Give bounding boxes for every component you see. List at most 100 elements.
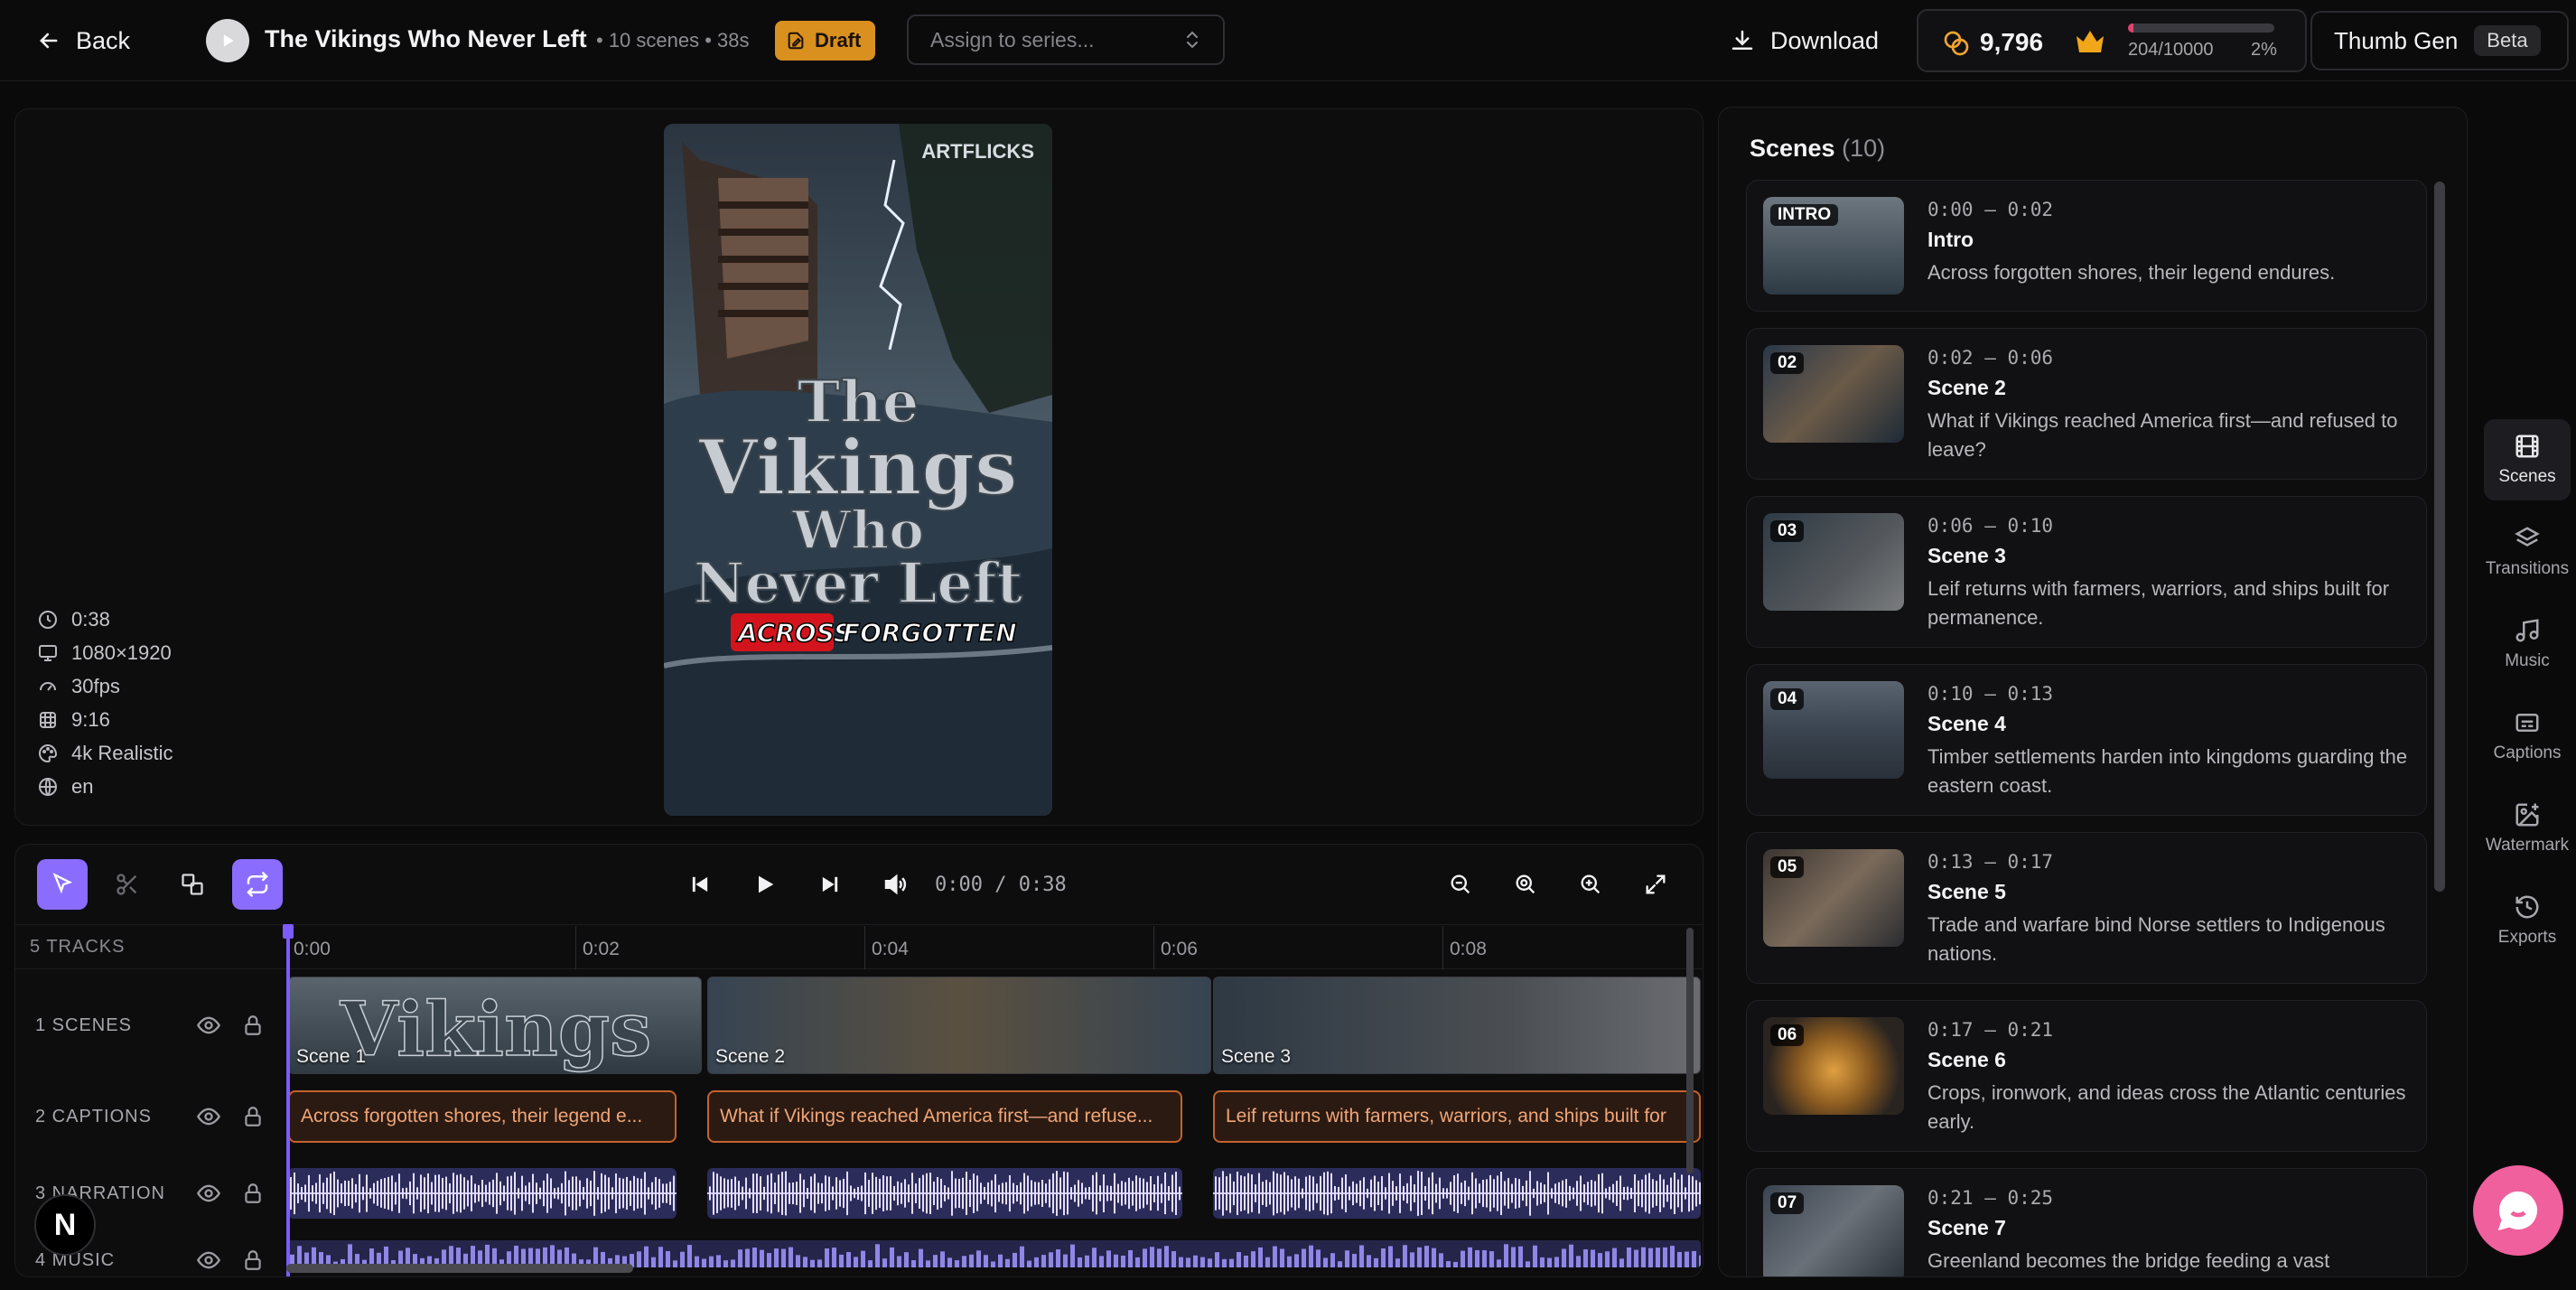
caption-clip[interactable]: What if Vikings reached America first—an…: [707, 1090, 1182, 1143]
draft-badge[interactable]: Draft: [775, 21, 876, 61]
lock-icon[interactable]: [241, 1248, 265, 1272]
music-bar: [1135, 1257, 1140, 1267]
scene-card[interactable]: 02 0:02 – 0:06 Scene 2 What if Vikings r…: [1746, 328, 2427, 480]
zoom-in-button[interactable]: [1573, 866, 1609, 902]
waveform-bar: [731, 1179, 733, 1208]
music-bar: [1446, 1261, 1451, 1267]
waveform-bar: [756, 1173, 758, 1213]
skip-forward-button[interactable]: [812, 866, 848, 902]
waveform-bar: [1143, 1178, 1144, 1209]
eye-icon[interactable]: [196, 1013, 221, 1038]
music-bar: [810, 1259, 815, 1267]
music-bar: [731, 1259, 735, 1267]
narration-clip[interactable]: [1213, 1168, 1701, 1219]
waveform-bar: [546, 1173, 548, 1213]
rail-captions[interactable]: Captions: [2484, 696, 2571, 777]
lock-icon[interactable]: [241, 1014, 265, 1037]
zoom-fit-button[interactable]: [1507, 866, 1544, 902]
skip-back-button[interactable]: [682, 866, 718, 902]
scene-clip[interactable]: Scene 2: [707, 977, 1211, 1074]
caption-clip[interactable]: Across forgotten shores, their legend e.…: [288, 1090, 677, 1143]
waveform-bar: [416, 1187, 418, 1200]
waveform-bar: [821, 1182, 823, 1204]
waveform-bar: [835, 1177, 837, 1210]
waveform-bar: [937, 1176, 938, 1211]
eye-icon[interactable]: [196, 1248, 221, 1273]
thumb-gen-button[interactable]: Thumb Gen Beta: [2310, 11, 2569, 70]
scene-clip[interactable]: Scene 3: [1213, 977, 1701, 1074]
meta-value: 0:38: [71, 608, 110, 631]
credits-panel[interactable]: 9,796 204/10000 2%: [1917, 9, 2307, 72]
play-button[interactable]: [747, 866, 783, 902]
transform-tool-button[interactable]: [167, 859, 218, 910]
track-name: 2 CAPTIONS: [35, 1106, 152, 1126]
scene-card[interactable]: INTRO 0:00 – 0:02 Intro Across forgotten…: [1746, 180, 2427, 312]
usage-text: 204/10000: [2128, 40, 2214, 60]
waveform-bar: [1320, 1175, 1321, 1211]
music-bar: [716, 1255, 721, 1267]
waveform-bar: [1591, 1180, 1592, 1207]
select-tool-button[interactable]: [37, 859, 88, 910]
music-bar: [955, 1260, 959, 1267]
waveform-bar: [669, 1182, 671, 1205]
eye-icon[interactable]: [196, 1104, 221, 1129]
fullscreen-button[interactable]: [1638, 866, 1674, 902]
rail-exports[interactable]: Exports: [2484, 880, 2571, 961]
caption-clip[interactable]: Leif returns with farmers, warriors, and…: [1213, 1090, 1701, 1143]
usage-percent: 2%: [2251, 40, 2277, 60]
back-button[interactable]: Back: [36, 20, 130, 61]
cut-tool-button[interactable]: [102, 859, 153, 910]
loop-toggle-button[interactable]: [232, 859, 283, 910]
rail-music[interactable]: Music: [2484, 603, 2571, 685]
project-avatar[interactable]: [206, 19, 249, 62]
waveform-bar: [1392, 1181, 1394, 1206]
rail-transitions[interactable]: Transitions: [2484, 511, 2571, 593]
waveform-bar: [1504, 1181, 1506, 1206]
waveform-bar: [1027, 1175, 1029, 1211]
waveform-bar: [499, 1181, 501, 1206]
horizontal-scrollbar[interactable]: [286, 1264, 633, 1273]
scene-card[interactable]: 07 0:21 – 0:25 Scene 7 Greenland becomes…: [1746, 1168, 2427, 1276]
music-bar: [875, 1244, 880, 1267]
volume-button[interactable]: [877, 866, 913, 902]
waveform-bar: [1630, 1187, 1632, 1200]
waveform-bar: [1074, 1184, 1076, 1202]
waveform-bar: [330, 1173, 331, 1213]
zoom-out-button[interactable]: [1442, 866, 1479, 902]
eye-icon[interactable]: [196, 1181, 221, 1206]
lock-icon[interactable]: [241, 1105, 265, 1128]
rail-watermark[interactable]: Watermark: [2484, 788, 2571, 869]
scene-card[interactable]: 03 0:06 – 0:10 Scene 3 Leif returns with…: [1746, 496, 2427, 648]
scene-card[interactable]: 06 0:17 – 0:21 Scene 6 Crops, ironwork, …: [1746, 1000, 2427, 1152]
lock-icon[interactable]: [241, 1182, 265, 1205]
rail-scenes[interactable]: Scenes: [2484, 419, 2571, 500]
music-bar: [817, 1259, 822, 1267]
narration-clip[interactable]: [288, 1168, 677, 1219]
video-poster[interactable]: ARTFLICKS The Vikings Who Never Left ACR…: [664, 124, 1052, 816]
waveform-bar: [893, 1185, 895, 1201]
globe-icon: [39, 778, 57, 796]
waveform-bar: [1493, 1179, 1495, 1208]
waveform-bar: [1240, 1175, 1242, 1211]
playhead[interactable]: [286, 928, 290, 1276]
waveform-bar: [1139, 1177, 1141, 1210]
scene-clip[interactable]: Vikings Scene 1: [288, 977, 702, 1074]
waveform-bar: [648, 1187, 649, 1200]
download-button[interactable]: Download: [1729, 20, 1879, 61]
waveform-bar: [1244, 1176, 1246, 1211]
n-logo-badge[interactable]: N: [34, 1194, 96, 1256]
scene-card[interactable]: 04 0:10 – 0:13 Scene 4 Timber settlement…: [1746, 664, 2427, 816]
music-bar: [1367, 1255, 1371, 1267]
playhead-handle[interactable]: [283, 924, 294, 939]
waveform-bar: [1276, 1173, 1278, 1214]
scene-card[interactable]: 05 0:13 – 0:17 Scene 5 Trade and warfare…: [1746, 832, 2427, 984]
scenes-scrollbar[interactable]: [2434, 182, 2445, 892]
vertical-scrollbar[interactable]: [1686, 928, 1694, 1173]
music-bar: [1403, 1245, 1407, 1267]
monitor-icon: [39, 645, 57, 661]
support-chat-button[interactable]: [2473, 1165, 2563, 1256]
music-bar: [1078, 1257, 1082, 1267]
waveform-bar: [420, 1174, 422, 1212]
narration-clip[interactable]: [707, 1168, 1182, 1219]
series-select[interactable]: Assign to series...: [907, 14, 1225, 65]
